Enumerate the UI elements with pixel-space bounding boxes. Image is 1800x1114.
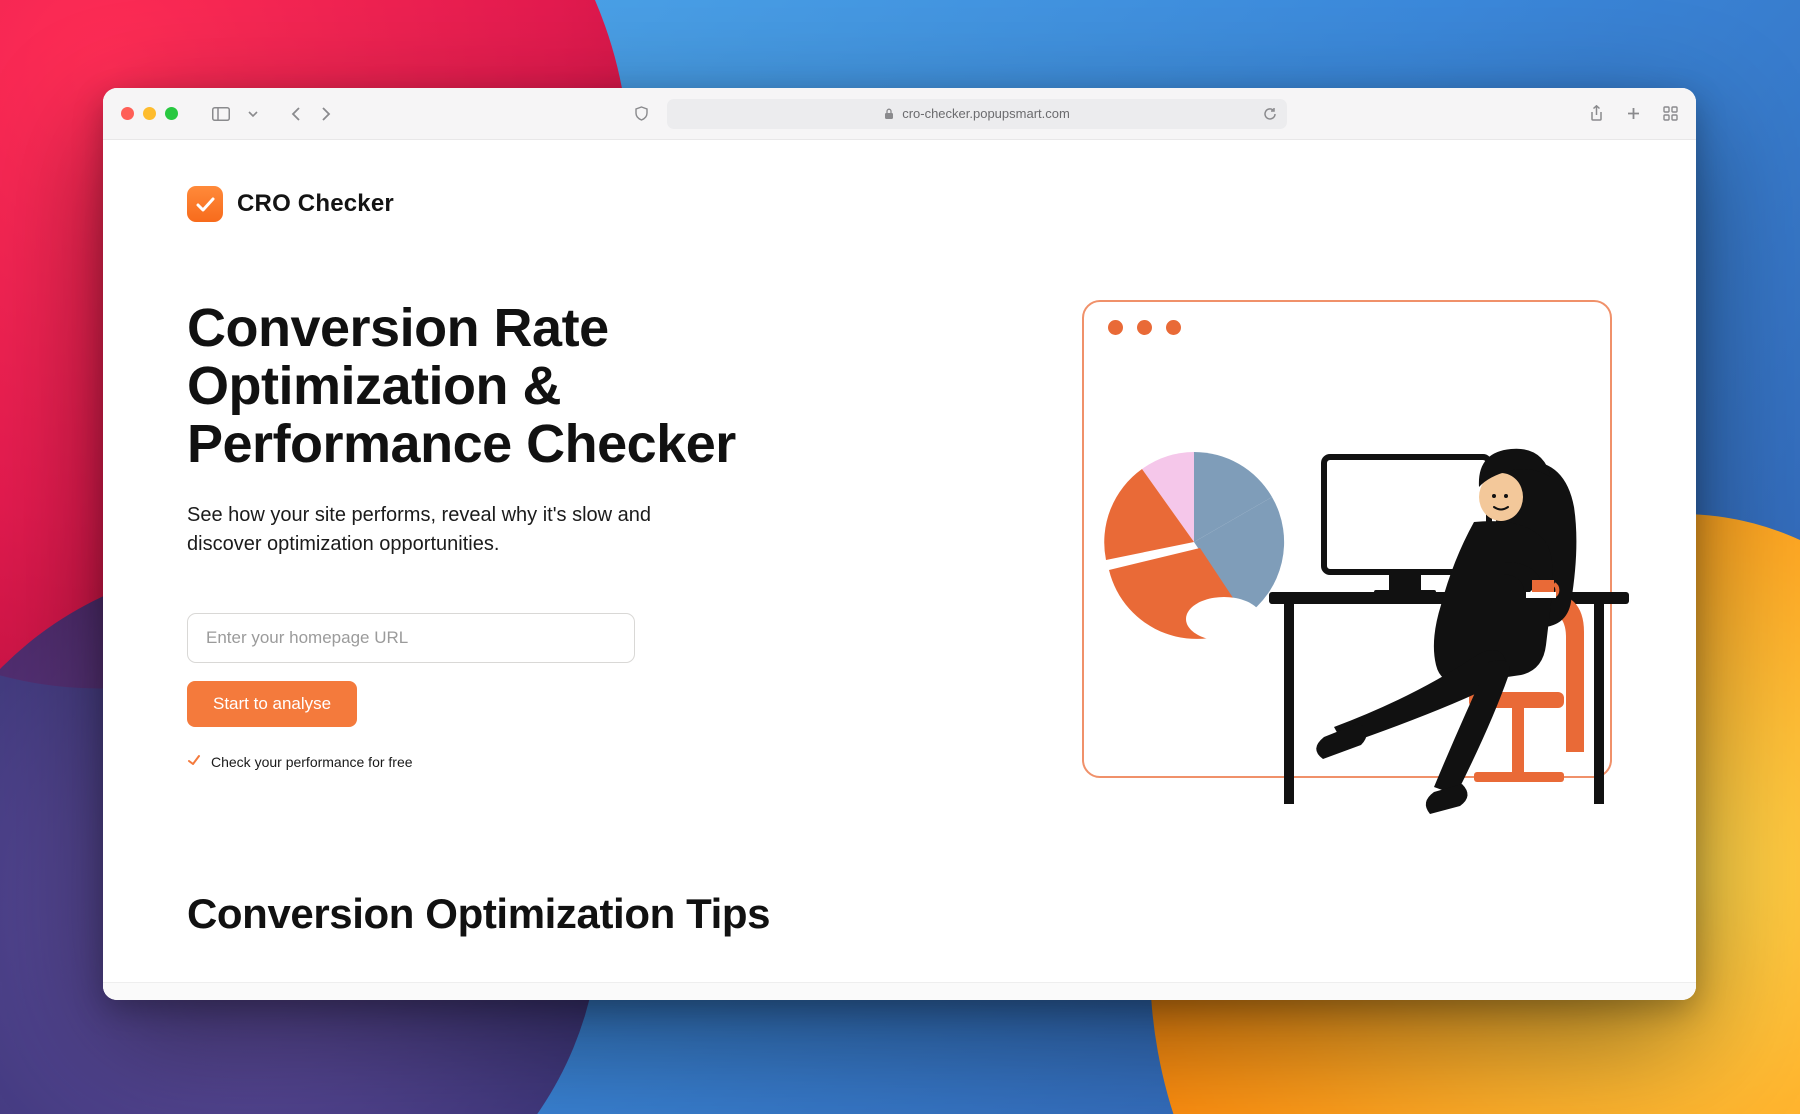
window-zoom-button[interactable] [165, 107, 178, 120]
homepage-url-input[interactable] [187, 613, 635, 663]
page-headline: Conversion Rate Optimization & Performan… [187, 300, 880, 473]
page-subheadline: See how your site performs, reveal why i… [187, 501, 707, 559]
lock-icon [884, 108, 894, 120]
share-icon[interactable] [1589, 105, 1604, 122]
new-tab-icon[interactable] [1626, 106, 1641, 121]
tab-overview-icon[interactable] [1663, 106, 1678, 121]
address-url: cro-checker.popupsmart.com [902, 106, 1070, 121]
brand-name: CRO Checker [237, 190, 394, 218]
window-bottom-edge [103, 982, 1696, 1000]
hero-illustration [920, 300, 1613, 778]
window-controls [121, 107, 178, 120]
page-content: CRO Checker Conversion Rate Optimization… [103, 140, 1696, 1000]
address-bar[interactable]: cro-checker.popupsmart.com [667, 99, 1287, 129]
reload-icon[interactable] [1263, 107, 1277, 121]
tips-section-title: Conversion Optimization Tips [187, 890, 1612, 938]
sidebar-toggle-icon[interactable] [212, 107, 230, 121]
safari-window: cro-checker.popupsmart.com [103, 88, 1696, 1000]
privacy-shield-icon[interactable] [634, 106, 649, 121]
forward-button[interactable] [320, 106, 332, 122]
back-button[interactable] [290, 106, 302, 122]
brand-logo [187, 186, 223, 222]
analyse-button[interactable]: Start to analyse [187, 681, 357, 727]
footnote: Check your performance for free [187, 753, 880, 770]
browser-toolbar: cro-checker.popupsmart.com [103, 88, 1696, 140]
chevron-down-icon[interactable] [248, 109, 258, 119]
brand: CRO Checker [187, 186, 1612, 222]
check-icon [187, 753, 201, 770]
window-close-button[interactable] [121, 107, 134, 120]
footnote-text: Check your performance for free [211, 754, 413, 770]
window-minimize-button[interactable] [143, 107, 156, 120]
